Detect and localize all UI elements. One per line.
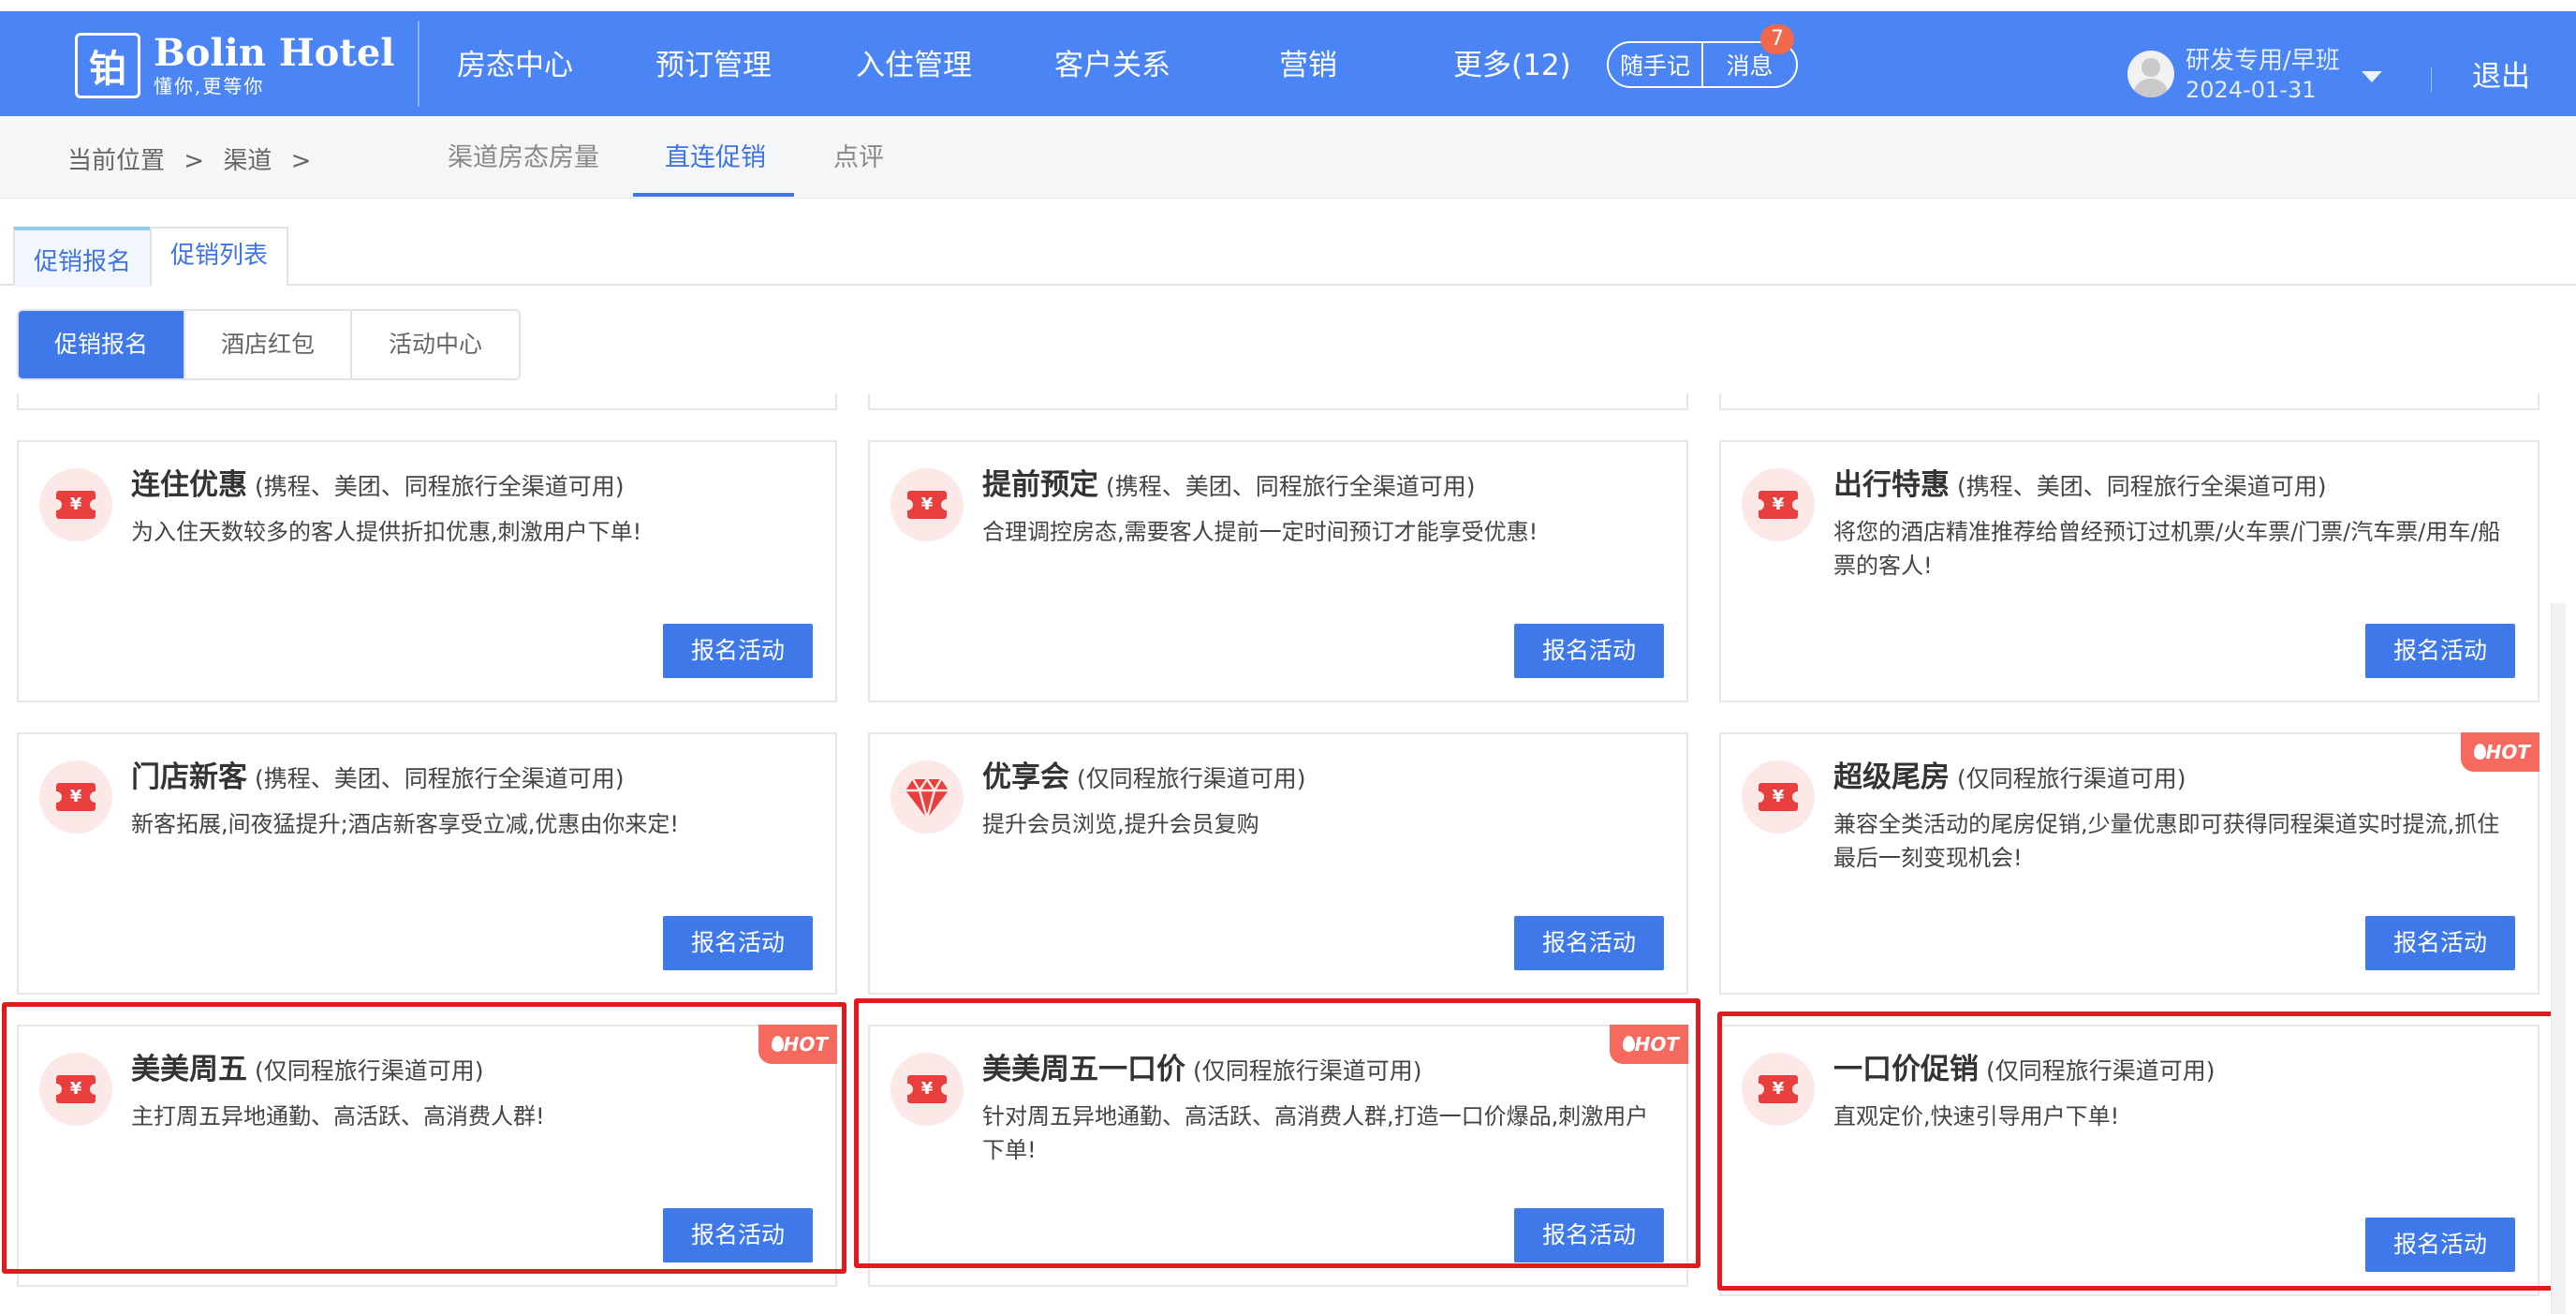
breadcrumb-separator: > — [290, 147, 312, 175]
nav-booking[interactable]: 预订管理 — [655, 47, 772, 84]
card-scope: (携程、美团、同程旅行全渠道可用) — [255, 473, 625, 500]
highlight-box — [1717, 1011, 2560, 1291]
breadcrumb-channel[interactable]: 渠道 — [223, 147, 272, 175]
card-description: 将您的酒店精准推荐给曾经预订过机票/火车票/门票/汽车票/用车/船票的客人! — [1833, 519, 2501, 579]
nav-checkin[interactable]: 入住管理 — [856, 47, 972, 84]
card-partial — [1719, 393, 2539, 410]
card-title: 出行特惠 — [1833, 468, 1950, 502]
signup-button[interactable]: 报名活动 — [2365, 624, 2515, 678]
logout-button[interactable]: 退出 — [2472, 58, 2530, 96]
segment-promo-signup[interactable]: 促销报名 — [19, 311, 185, 378]
ticket-icon: ¥ — [1742, 760, 1815, 834]
signup-button[interactable]: 报名活动 — [663, 916, 813, 970]
sub-header — [0, 116, 2576, 199]
signup-button[interactable]: 报名活动 — [1514, 624, 1664, 678]
card-partial — [868, 393, 1688, 410]
card-title: 超级尾房 — [1833, 760, 1950, 794]
signup-button[interactable]: 报名活动 — [663, 624, 813, 678]
hot-badge: HOT — [2461, 732, 2539, 772]
nav-more[interactable]: 更多(12) — [1453, 47, 1571, 84]
ticket-icon: ¥ — [891, 468, 964, 541]
user-date: 2024-01-31 — [2186, 77, 2317, 103]
card-scope: (仅同程旅行渠道可用) — [1957, 765, 2186, 792]
card-scope: (仅同程旅行渠道可用) — [1077, 765, 1306, 792]
ticket-icon: ¥ — [1742, 468, 1815, 541]
nav-room-status[interactable]: 房态中心 — [457, 47, 573, 84]
tab-channel-inventory[interactable]: 渠道房态房量 — [448, 142, 599, 174]
highlight-box — [854, 998, 1700, 1268]
logo-slogan: 懂你,更等你 — [154, 75, 265, 97]
promo-card: ¥ 连住优惠 (携程、美团、同程旅行全渠道可用) 为入住天数较多的客人提供折扣优惠… — [17, 440, 837, 702]
highlight-box — [2, 1002, 846, 1274]
user-name[interactable]: 研发专用/早班 — [2186, 47, 2340, 75]
card-partial — [17, 393, 837, 410]
card-description: 提升会员浏览,提升会员复购 — [982, 811, 1259, 837]
promo-segment-control: 促销报名 酒店红包 活动中心 — [17, 309, 521, 380]
tab-promo-list[interactable]: 促销列表 — [150, 227, 288, 286]
card-description: 合理调控房态,需要客人提前一定时间预订才能享受优惠! — [982, 519, 1538, 545]
tab-direct-promotion[interactable]: 直连促销 — [665, 142, 766, 174]
breadcrumb: 当前位置 > 渠道 > — [67, 146, 322, 176]
active-tab-underline — [633, 193, 794, 197]
card-title: 优享会 — [982, 760, 1069, 794]
ticket-icon: ¥ — [39, 468, 112, 541]
message-count-badge: 7 — [1760, 24, 1794, 54]
tab-promo-signup[interactable]: 促销报名 — [13, 227, 152, 288]
nav-marketing[interactable]: 营销 — [1279, 47, 1337, 84]
scrollbar[interactable] — [2551, 603, 2566, 1314]
segment-hotel-redpacket[interactable]: 酒店红包 — [185, 311, 352, 378]
breadcrumb-current-label: 当前位置 — [67, 147, 166, 175]
signup-button[interactable]: 报名活动 — [1514, 916, 1664, 970]
logo[interactable]: 铂 Bolin Hotel 懂你,更等你 — [75, 32, 394, 99]
chevron-down-icon[interactable] — [2362, 71, 2382, 82]
ticket-icon: ¥ — [39, 760, 112, 834]
diamond-icon — [891, 760, 964, 834]
logo-name: Bolin Hotel — [154, 31, 395, 75]
logo-divider — [418, 21, 420, 107]
card-title: 连住优惠 — [131, 468, 247, 502]
logo-mark: 铂 — [75, 33, 140, 98]
card-scope: (携程、美团、同程旅行全渠道可用) — [1957, 473, 2327, 500]
nav-crm[interactable]: 客户关系 — [1054, 47, 1170, 84]
card-title: 提前预定 — [982, 468, 1098, 502]
promo-card: ¥ 门店新客 (携程、美团、同程旅行全渠道可用) 新客拓展,间夜猛提升;酒店新客享… — [17, 732, 837, 995]
promo-card: HOT ¥ 超级尾房 (仅同程旅行渠道可用) 兼容全类活动的尾房促销,少量优惠即可… — [1719, 732, 2539, 995]
top-navbar: 铂 Bolin Hotel 懂你,更等你 房态中心 预订管理 入住管理 客户关系… — [0, 11, 2576, 116]
tabs-baseline — [0, 284, 2576, 286]
card-description: 兼容全类活动的尾房促销,少量优惠即可获得同程渠道实时提流,抓住最后一刻变现机会! — [1833, 811, 2500, 871]
notes-button[interactable]: 随手记 — [1609, 48, 1701, 81]
card-scope: (携程、美团、同程旅行全渠道可用) — [1106, 473, 1476, 500]
breadcrumb-separator: > — [184, 147, 205, 175]
promo-card: 优享会 (仅同程旅行渠道可用) 提升会员浏览,提升会员复购 报名活动 — [868, 732, 1688, 995]
signup-button[interactable]: 报名活动 — [2365, 916, 2515, 970]
card-title: 门店新客 — [131, 760, 247, 794]
tab-reviews[interactable]: 点评 — [833, 142, 884, 174]
card-scope: (携程、美团、同程旅行全渠道可用) — [255, 765, 625, 792]
user-avatar-icon[interactable] — [2127, 51, 2174, 97]
segment-activity-center[interactable]: 活动中心 — [352, 311, 519, 378]
promo-card: ¥ 提前预定 (携程、美团、同程旅行全渠道可用) 合理调控房态,需要客人提前一定时… — [868, 440, 1688, 702]
promo-card: ¥ 出行特惠 (携程、美团、同程旅行全渠道可用) 将您的酒店精准推荐给曾经预订过机… — [1719, 440, 2539, 702]
header-divider — [2431, 67, 2432, 92]
card-description: 为入住天数较多的客人提供折扣优惠,刺激用户下单! — [131, 519, 642, 545]
card-description: 新客拓展,间夜猛提升;酒店新客享受立减,优惠由你来定! — [131, 811, 679, 837]
